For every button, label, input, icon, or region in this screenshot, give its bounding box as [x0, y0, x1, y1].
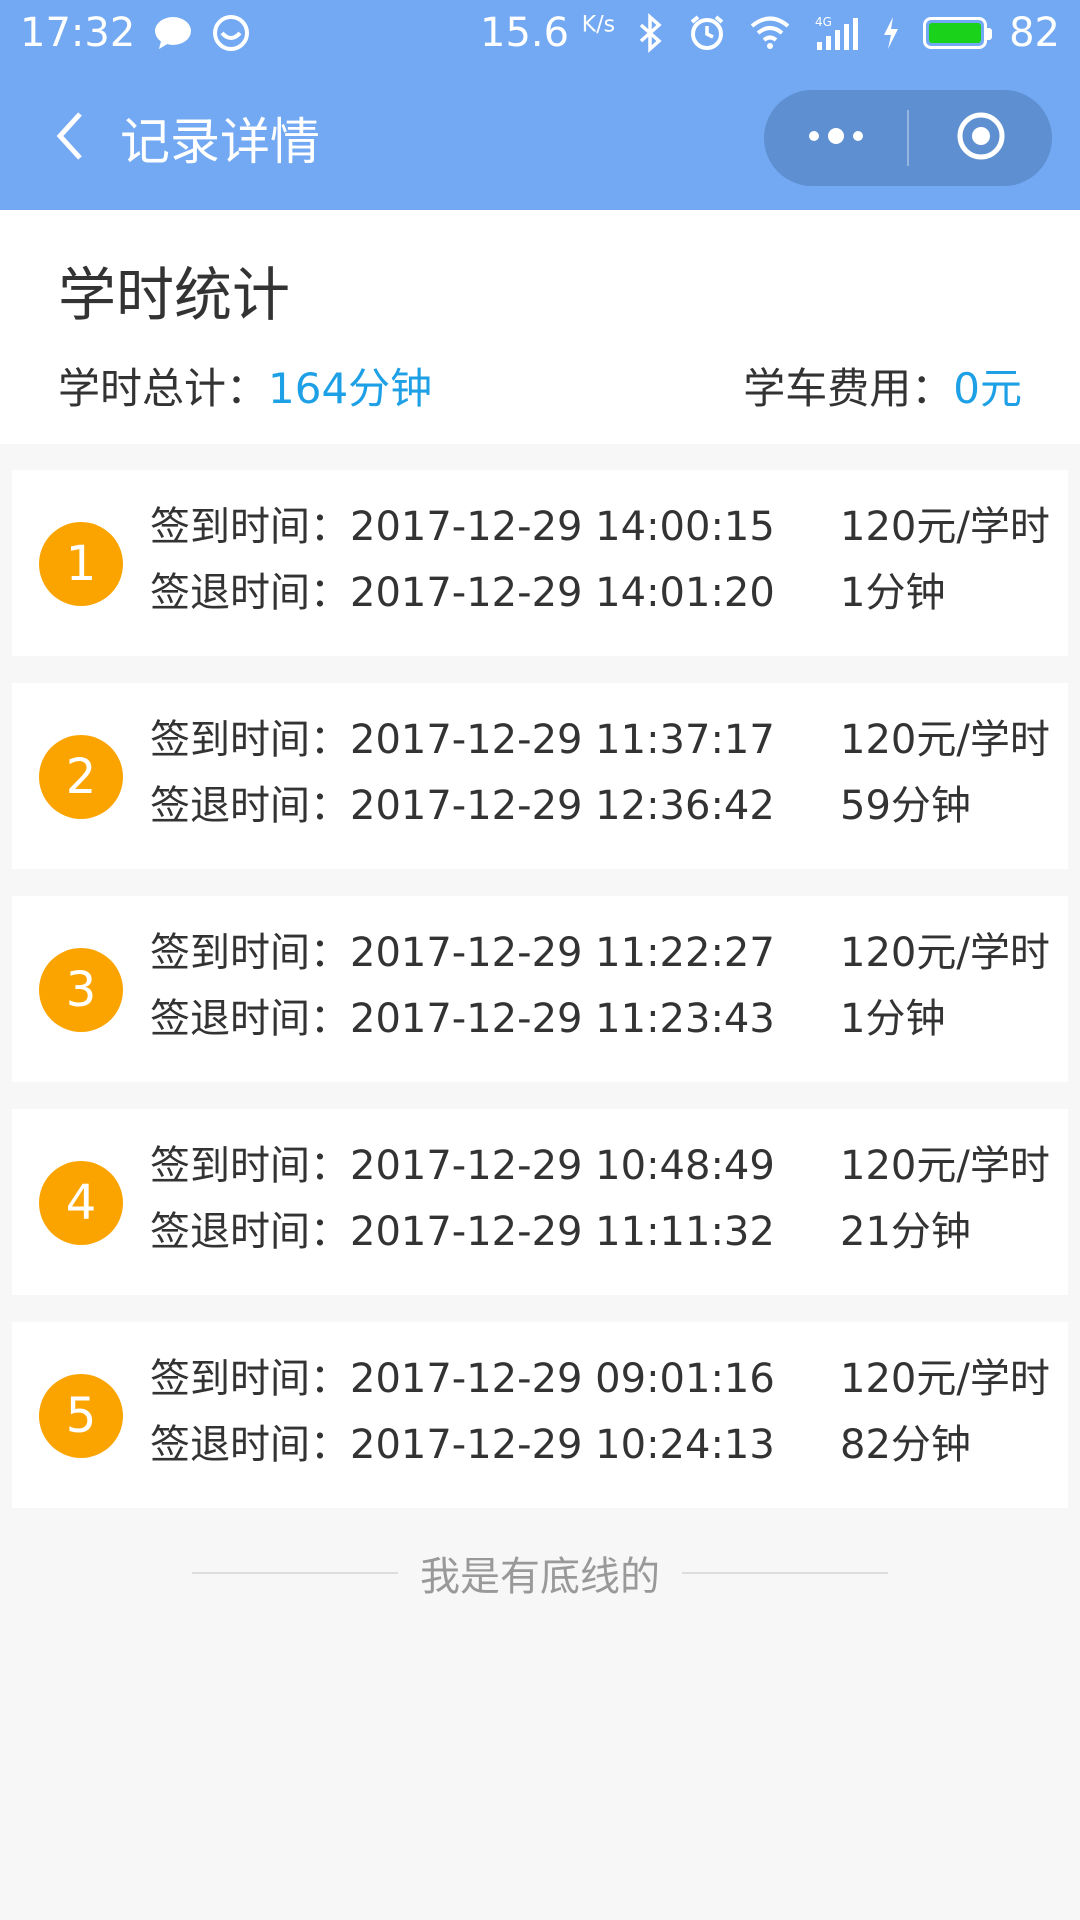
- record-index-badge: 2: [39, 735, 123, 819]
- total-hours: 学时总计：164分钟: [58, 355, 432, 416]
- record-item[interactable]: 1 签到时间：2017-12-29 14:00:15 签退时间：2017-12-…: [12, 470, 1068, 656]
- chat-bubble-icon: [153, 15, 193, 51]
- record-index-badge: 4: [39, 1161, 123, 1245]
- summary-title: 学时统计: [58, 261, 291, 329]
- record-item[interactable]: 3 签到时间：2017-12-29 11:22:27 签退时间：2017-12-…: [12, 896, 1068, 1082]
- status-time: 17:32: [20, 10, 136, 56]
- checkin-time: 签到时间：2017-12-29 10:48:49: [150, 1143, 775, 1189]
- messenger-icon: [211, 13, 251, 53]
- page-title: 记录详情: [120, 113, 320, 171]
- footer-divider-left: [192, 1572, 398, 1574]
- bluetooth-icon: [637, 13, 665, 53]
- checkout-time: 签退时间：2017-12-29 10:24:13: [150, 1422, 775, 1468]
- more-button[interactable]: [764, 90, 907, 186]
- duration: 59分钟: [840, 783, 971, 829]
- duration: 1分钟: [840, 996, 946, 1042]
- total-hours-label: 学时总计：: [58, 364, 269, 413]
- svg-text:4G: 4G: [815, 15, 832, 29]
- checkin-time: 签到时间：2017-12-29 11:37:17: [150, 717, 775, 763]
- summary-row: 学时总计：164分钟 学车费用：0元: [58, 355, 1022, 416]
- driving-fee-label: 学车费用：: [743, 364, 954, 413]
- record-list: 1 签到时间：2017-12-29 14:00:15 签退时间：2017-12-…: [12, 470, 1068, 1535]
- checkout-time: 签退时间：2017-12-29 12:36:42: [150, 783, 775, 829]
- hourly-rate: 120元/学时: [840, 717, 1050, 763]
- record-item[interactable]: 5 签到时间：2017-12-29 09:01:16 签退时间：2017-12-…: [12, 1322, 1068, 1508]
- cellular-signal-icon: 4G: [813, 14, 859, 52]
- wifi-icon: [749, 16, 791, 50]
- target-circle-icon: [955, 110, 1007, 166]
- hourly-rate: 120元/学时: [840, 930, 1050, 976]
- duration: 21分钟: [840, 1209, 971, 1255]
- duration: 1分钟: [840, 570, 946, 616]
- checkin-time: 签到时间：2017-12-29 09:01:16: [150, 1356, 775, 1402]
- chevron-left-icon: [50, 108, 90, 168]
- checkin-time: 签到时间：2017-12-29 14:00:15: [150, 504, 775, 550]
- status-bar: 17:32 15.6 K/s 4G 82: [0, 0, 1080, 66]
- back-button[interactable]: [20, 88, 120, 188]
- checkin-time: 签到时间：2017-12-29 11:22:27: [150, 930, 775, 976]
- more-dots-icon: [806, 126, 866, 150]
- duration: 82分钟: [840, 1422, 971, 1468]
- driving-fee: 学车费用：0元: [743, 355, 1022, 416]
- study-hours-summary: 学时统计 学时总计：164分钟 学车费用：0元: [0, 210, 1080, 444]
- navigation-bar: 记录详情: [0, 66, 1080, 210]
- driving-fee-value: 0元: [953, 364, 1022, 413]
- hourly-rate: 120元/学时: [840, 1356, 1050, 1402]
- alarm-icon: [687, 13, 727, 53]
- checkout-time: 签退时间：2017-12-29 11:11:32: [150, 1209, 775, 1255]
- record-index-badge: 1: [39, 522, 123, 606]
- battery-level: 82: [1009, 10, 1060, 56]
- hourly-rate: 120元/学时: [840, 1143, 1050, 1189]
- hourly-rate: 120元/学时: [840, 504, 1050, 550]
- checkout-time: 签退时间：2017-12-29 14:01:20: [150, 570, 775, 616]
- close-mini-program-button[interactable]: [909, 90, 1052, 186]
- checkout-time: 签退时间：2017-12-29 11:23:43: [150, 996, 775, 1042]
- record-item[interactable]: 4 签到时间：2017-12-29 10:48:49 签退时间：2017-12-…: [12, 1109, 1068, 1295]
- network-speed: 15.6 K/s: [480, 10, 616, 56]
- record-index-badge: 5: [39, 1374, 123, 1458]
- end-of-list-footer: 我是有底线的: [0, 1545, 1080, 1601]
- footer-divider-right: [682, 1572, 888, 1574]
- charging-icon: [881, 15, 901, 51]
- record-index-badge: 3: [39, 948, 123, 1032]
- total-hours-value: 164分钟: [268, 364, 433, 413]
- mini-program-capsule: [764, 90, 1052, 186]
- record-item[interactable]: 2 签到时间：2017-12-29 11:37:17 签退时间：2017-12-…: [12, 683, 1068, 869]
- battery-icon: [923, 17, 993, 49]
- footer-text: 我是有底线的: [420, 1554, 660, 1600]
